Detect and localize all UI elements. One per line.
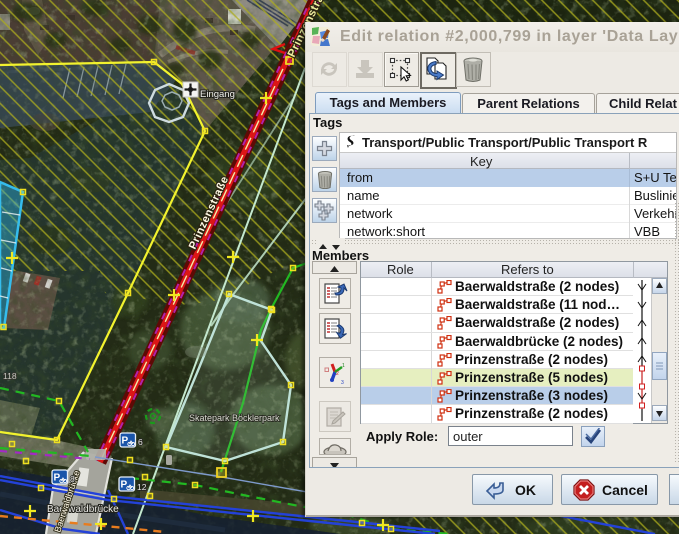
svg-text:8: 8 xyxy=(70,474,75,484)
svg-text:2: 2 xyxy=(336,371,339,377)
svg-text:Eingang: Eingang xyxy=(200,89,235,100)
svg-text:3: 3 xyxy=(341,380,344,386)
svg-text:Skatepark Böcklerpark: Skatepark Böcklerpark xyxy=(189,413,280,423)
svg-text:12: 12 xyxy=(137,482,147,492)
svg-text:P: P xyxy=(54,473,61,484)
svg-text:1: 1 xyxy=(342,363,345,369)
svg-text:P: P xyxy=(122,436,129,447)
svg-text:6: 6 xyxy=(138,437,143,447)
svg-text:118: 118 xyxy=(3,371,17,381)
svg-text:P: P xyxy=(121,480,128,491)
